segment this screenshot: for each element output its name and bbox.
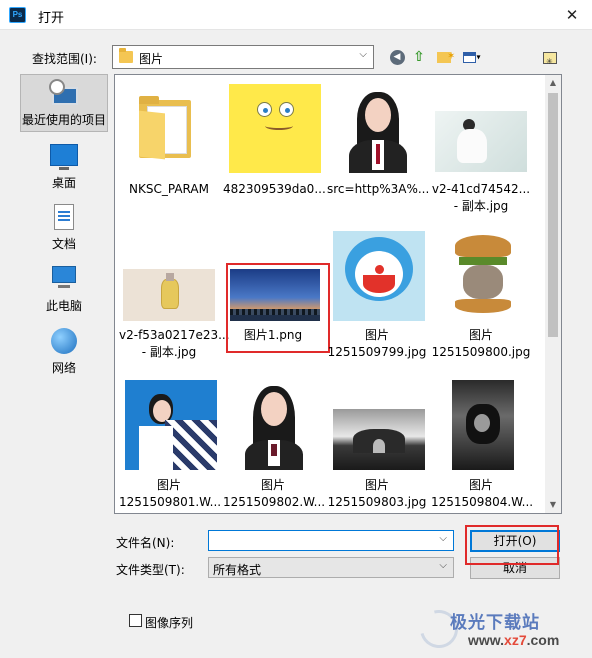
network-icon — [51, 328, 77, 354]
file-name: 图片 — [364, 478, 389, 492]
back-icon: ◀ — [389, 50, 405, 65]
place-desktop[interactable]: 桌面 — [20, 142, 108, 190]
place-label: 桌面 — [51, 176, 76, 190]
scroll-thumb[interactable] — [548, 93, 558, 337]
view-menu-button[interactable]: ▾ — [458, 46, 486, 68]
close-button[interactable]: ✕ — [552, 0, 592, 30]
highlight-box — [226, 263, 330, 353]
place-label: 最近使用的项目 — [21, 113, 106, 127]
adobe-dialog-button[interactable] — [542, 46, 558, 73]
lookin-label: 查找范围(I): — [32, 52, 97, 66]
file-list[interactable]: NKSC_PARAM 482309539da0... src=http%3A%.… — [114, 74, 562, 514]
image-thumbnail — [229, 84, 321, 173]
folder-icon — [119, 48, 133, 63]
file-name: v2-f53a0217e23... — [119, 328, 230, 342]
scroll-down-icon[interactable]: ▼ — [545, 497, 561, 513]
filetype-value: 所有格式 — [213, 563, 262, 577]
file-name: 图片 — [468, 478, 493, 492]
watermark-url: www.xz7.com — [468, 632, 560, 648]
file-name: src=http%3A%... — [327, 182, 430, 196]
chevron-down-icon: ⌵ — [439, 560, 447, 571]
file-name-line2: 1251509804.W... — [431, 495, 534, 509]
watermark-text: 极光下载站 — [450, 613, 540, 633]
file-name: 图片 — [156, 478, 181, 492]
image-thumbnail — [333, 231, 425, 321]
recent-icon — [49, 79, 79, 107]
file-item[interactable]: 图片 1251509803.jpg — [327, 377, 427, 513]
file-item[interactable]: 图片1.png — [223, 225, 330, 365]
file-item[interactable]: 图片 1251509800.jpg — [431, 225, 531, 365]
file-name-line2: - 副本.jpg — [453, 199, 509, 213]
filetype-dropdown[interactable]: 所有格式 ⌵ — [208, 557, 454, 578]
file-name: NKSC_PARAM — [129, 182, 209, 196]
image-sequence-checkbox[interactable] — [129, 614, 142, 627]
place-recent[interactable]: 最近使用的项目 — [20, 74, 108, 132]
place-label: 网络 — [51, 361, 76, 375]
chevron-down-icon: ⌵ — [359, 49, 367, 60]
file-name: 图片 — [364, 328, 389, 342]
file-item[interactable]: NKSC_PARAM — [119, 83, 219, 203]
filename-label: 文件名(N): — [116, 536, 175, 550]
place-documents[interactable]: 文档 — [20, 202, 108, 252]
new-folder-icon: ✶ — [437, 51, 455, 63]
filetype-label: 文件类型(T): — [116, 563, 185, 577]
adobe-dialog-icon — [543, 51, 557, 73]
file-name: 图片 — [260, 478, 285, 492]
file-item[interactable]: src=http%3A%... — [327, 83, 430, 203]
place-network[interactable]: 网络 — [20, 326, 108, 376]
desktop-icon — [50, 144, 78, 170]
file-name: 图片 — [468, 328, 493, 342]
file-name-line2: 1251509800.jpg — [431, 345, 531, 359]
title-bar: Ps 打开 ✕ — [0, 0, 592, 30]
file-name-line2: 1251509802.W... — [223, 495, 326, 509]
chevron-down-icon: ▾ — [476, 52, 481, 62]
file-name-line2: 1251509801.W... — [119, 495, 222, 509]
highlight-box — [465, 525, 559, 565]
window-title: 打开 — [38, 11, 65, 26]
file-name: v2-41cd74542... — [431, 182, 531, 196]
filename-field[interactable]: ⌵ — [208, 530, 454, 551]
place-label: 文档 — [51, 237, 76, 251]
file-name: 482309539da0... — [223, 182, 326, 196]
view-menu-icon — [463, 52, 477, 63]
file-item[interactable]: 图片 1251509804.W... — [431, 377, 534, 513]
file-item[interactable]: 图片 1251509802.W... — [223, 377, 326, 513]
image-thumbnail — [125, 380, 217, 470]
chevron-down-icon[interactable]: ⌵ — [439, 533, 447, 544]
places-bar: 最近使用的项目 桌面 文档 此电脑 网络 — [20, 74, 108, 396]
watermark: 极光下载站 www.xz7.com — [413, 603, 590, 656]
vertical-scrollbar[interactable]: ▲ ▼ — [545, 75, 561, 513]
documents-icon — [54, 204, 74, 230]
image-thumbnail — [437, 231, 529, 321]
up-folder-button[interactable]: ⇧ — [410, 46, 428, 68]
file-item[interactable]: v2-f53a0217e23... - 副本.jpg — [119, 225, 230, 365]
image-thumbnail — [343, 84, 413, 173]
scroll-up-icon[interactable]: ▲ — [545, 75, 561, 91]
file-name-line2: - 副本.jpg — [141, 345, 197, 359]
image-thumbnail — [452, 380, 514, 470]
file-item[interactable]: 图片 1251509801.W... — [119, 377, 222, 513]
file-name-line2: 1251509799.jpg — [327, 345, 427, 359]
image-thumbnail — [123, 269, 215, 321]
lookin-value: 图片 — [139, 52, 164, 66]
image-thumbnail — [435, 111, 527, 172]
place-label: 此电脑 — [45, 299, 82, 313]
lookin-dropdown[interactable]: 图片 ⌵ — [112, 45, 374, 69]
folder-icon — [139, 96, 191, 160]
image-thumbnail — [239, 380, 309, 470]
file-name-line2: 1251509803.jpg — [327, 495, 427, 509]
back-button[interactable]: ◀ — [388, 46, 406, 68]
image-thumbnail — [333, 409, 425, 470]
image-sequence-label: 图像序列 — [145, 616, 194, 630]
up-folder-icon: ⇧ — [413, 49, 425, 65]
file-item[interactable]: v2-41cd74542... - 副本.jpg — [431, 83, 531, 213]
new-folder-button[interactable]: ✶ — [433, 46, 455, 68]
photoshop-app-icon: Ps — [9, 7, 26, 23]
this-pc-icon — [50, 266, 78, 290]
file-item[interactable]: 482309539da0... — [223, 83, 326, 203]
file-item[interactable]: 图片 1251509799.jpg — [327, 225, 427, 365]
place-this-pc[interactable]: 此电脑 — [20, 264, 108, 314]
